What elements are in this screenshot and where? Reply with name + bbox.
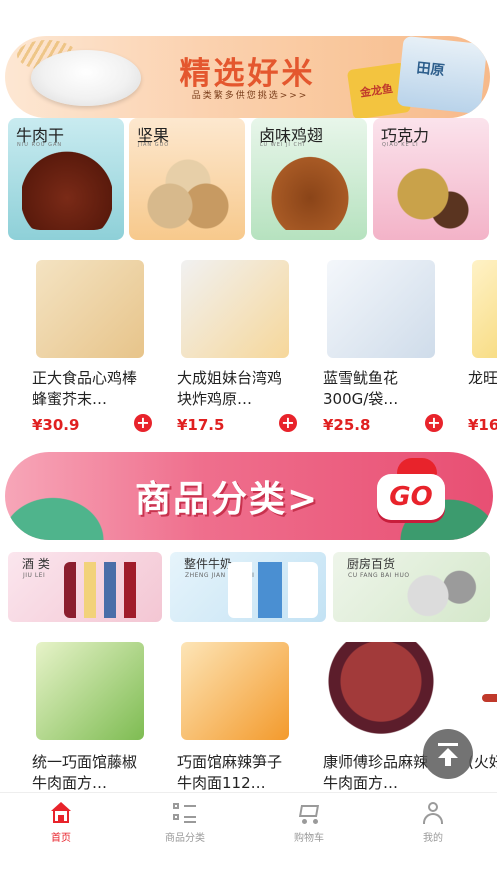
product-card[interactable]: 大成姐妹台湾鸡块炸鸡原… ¥17.5 + (165, 250, 305, 442)
product-image (181, 260, 289, 358)
add-to-cart-button[interactable]: + (425, 414, 443, 432)
category-list-icon (172, 801, 198, 825)
product-card[interactable]: 统一巧面馆藤椒牛肉面方… (20, 632, 160, 792)
add-to-cart-button[interactable]: + (134, 414, 152, 432)
tab-label: 我的 (423, 833, 443, 844)
tab-label: 首页 (51, 833, 71, 844)
product-price: ¥25.8 (323, 416, 371, 434)
product-image (181, 642, 289, 740)
tab-me[interactable]: 我的 (388, 801, 478, 844)
category-card-chocolate[interactable]: 巧克力 QIAO KE LI (373, 118, 489, 240)
product-price: ¥17.5 (177, 416, 225, 434)
banner-title: 商品分类> (135, 479, 320, 520)
user-icon (420, 801, 446, 825)
category-card-liquor[interactable]: 酒 类 JIU LEI (8, 552, 162, 622)
product-image (472, 642, 497, 740)
scroll-top-icon (438, 743, 458, 746)
scroll-to-top-button[interactable] (423, 729, 473, 779)
category-pinyin: JIU LEI (23, 572, 46, 579)
product-card[interactable]: 蓝雪鱿鱼花300G/袋… ¥25.8 + (311, 250, 451, 442)
category-pinyin: NIU ROU GAN (17, 142, 63, 148)
home-icon (48, 801, 74, 825)
category-image (22, 150, 112, 230)
bush-decoration (5, 480, 125, 540)
rice-bowl-image (31, 50, 141, 106)
category-card-nuts[interactable]: 坚果 JIAN GUO (129, 118, 245, 240)
product-image (36, 642, 144, 740)
go-button[interactable]: GO (377, 474, 445, 520)
product-price: ¥16 (468, 416, 497, 434)
category-pinyin: JIAN GUO (138, 142, 170, 148)
product-card[interactable]: 巧面馆麻辣笋子牛肉面112… (165, 632, 305, 792)
category-pinyin: LU WEI JI CHI (260, 142, 306, 148)
product-name: 龙旺饺饺 (468, 369, 497, 387)
sausage-image (482, 694, 497, 702)
category-promo-banner[interactable]: 商品分类> GO (5, 452, 493, 540)
category-name: 厨房百货 (347, 557, 396, 571)
tab-categories[interactable]: 商品分类 (140, 801, 230, 844)
category-image (392, 562, 482, 618)
category-image (64, 562, 154, 618)
category-card-milk[interactable]: 整件牛奶 ZHENG JIAN NIU NAI (170, 552, 326, 622)
category-image (387, 150, 477, 230)
add-to-cart-button[interactable]: + (279, 414, 297, 432)
category-name: 酒 类 (22, 557, 50, 571)
category-image (265, 150, 355, 230)
home-page: 精选好米 品类繁多供您挑选>>> 金龙鱼 田原 牛肉干 NIU ROU GAN … (0, 0, 497, 883)
tab-cart[interactable]: 购物车 (264, 801, 354, 844)
cart-icon (296, 801, 322, 825)
banner-title: 精选好米 (179, 56, 316, 92)
product-price: ¥30.9 (32, 416, 80, 434)
category-card-kitchen[interactable]: 厨房百货 CU FANG BAI HUO (333, 552, 490, 622)
product-name: 蓝雪鱿鱼花300G/袋… (323, 369, 399, 408)
product-name: 巧面馆麻辣笋子牛肉面112… (177, 753, 283, 792)
category-pinyin: QIAO KE LI (382, 142, 419, 148)
product-card[interactable]: 龙旺饺饺 ¥16 (456, 250, 497, 442)
category-card-chicken-wings[interactable]: 卤味鸡翅 LU WEI JI CHI (251, 118, 367, 240)
product-image (327, 260, 435, 358)
product-name: 正大食品心鸡棒蜂蜜芥末… (32, 369, 138, 408)
product-card[interactable]: 正大食品心鸡棒蜂蜜芥末… ¥30.9 + (20, 250, 160, 442)
arrow-stem (445, 757, 451, 766)
product-name: 大成姐妹台湾鸡块炸鸡原… (177, 369, 283, 408)
bottom-tab-bar: 首页 商品分类 购物车 我的 (0, 792, 497, 883)
rice-bag-brand: 田原 (415, 60, 446, 80)
category-name: 整件牛奶 (184, 557, 233, 571)
rice-bag-image: 田原 (396, 36, 488, 115)
tab-label: 商品分类 (165, 833, 205, 844)
rice-promo-banner[interactable]: 精选好米 品类繁多供您挑选>>> 金龙鱼 田原 (5, 36, 490, 118)
product-image (36, 260, 144, 358)
tab-label: 购物车 (294, 833, 324, 844)
category-image (143, 150, 233, 230)
banner-subtitle: 品类繁多供您挑选>>> (191, 91, 309, 101)
product-image (472, 260, 497, 358)
category-card-beef-jerky[interactable]: 牛肉干 NIU ROU GAN (8, 118, 124, 240)
product-name: 统一巧面馆藤椒牛肉面方… (32, 753, 138, 792)
rice-bag-brand: 金龙鱼 (359, 82, 394, 100)
tab-home[interactable]: 首页 (16, 801, 106, 844)
product-image (327, 642, 435, 740)
category-image (228, 562, 318, 618)
